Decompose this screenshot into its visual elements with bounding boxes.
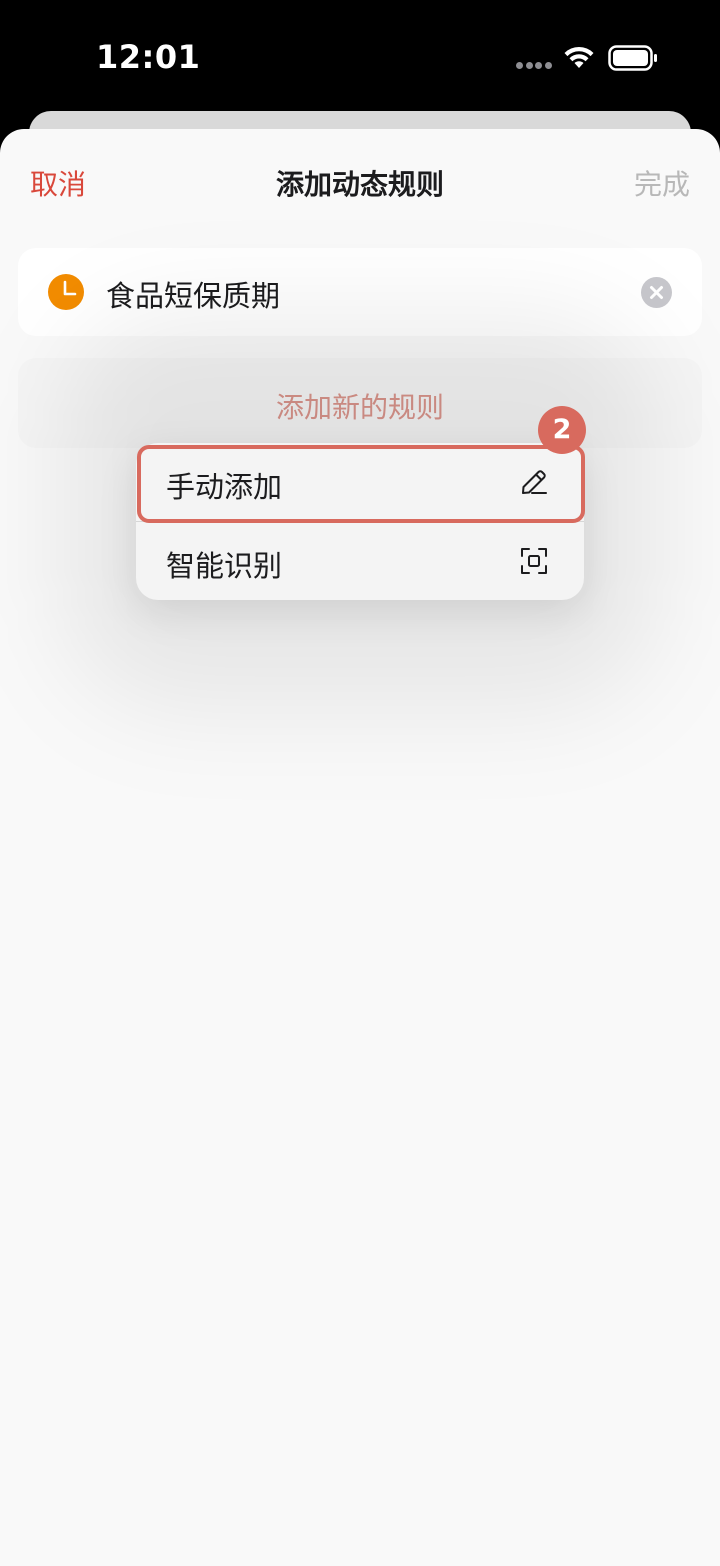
status-bar: 12:01 bbox=[0, 0, 720, 112]
battery-icon bbox=[608, 45, 657, 71]
page-title: 添加动态规则 bbox=[275, 168, 444, 201]
step-badge: 2 bbox=[538, 406, 586, 454]
menu-item-smart-recognition[interactable]: 智能识别 bbox=[136, 522, 584, 600]
status-time: 12:01 bbox=[96, 38, 201, 76]
scan-icon bbox=[521, 548, 547, 574]
clock-icon bbox=[48, 274, 84, 310]
highlight-box bbox=[137, 445, 585, 523]
wifi-icon bbox=[564, 46, 594, 68]
menu-item-label: 智能识别 bbox=[166, 549, 283, 583]
cellular-dots-icon bbox=[516, 62, 552, 70]
done-button[interactable]: 完成 bbox=[634, 163, 690, 203]
rule-name-input[interactable]: 食品短保质期 bbox=[106, 273, 280, 315]
clear-icon[interactable] bbox=[641, 277, 672, 308]
